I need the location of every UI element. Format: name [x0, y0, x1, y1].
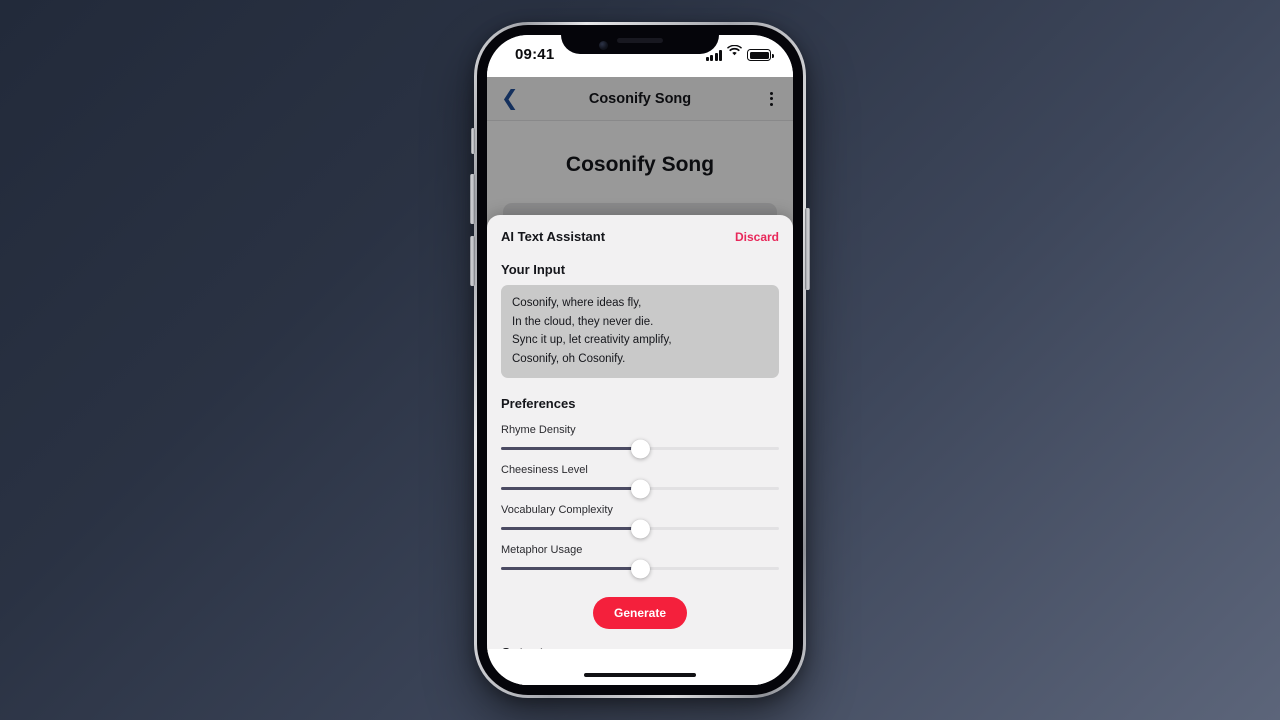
phone-device-frame: 09:41 ❮ Cosonify Song Cosonify Song AI T…	[470, 22, 810, 698]
device-notch	[561, 35, 719, 54]
preferences-list: Rhyme Density Cheesiness Level Vocabular…	[501, 423, 779, 578]
power-button[interactable]	[805, 208, 810, 290]
preferences-label: Preferences	[501, 395, 576, 411]
sheet-bottom-pad	[487, 649, 793, 685]
ai-text-assistant-sheet: AI Text Assistant Discard Your Input Cos…	[487, 215, 793, 685]
slider-label-rhyme-density: Rhyme Density	[501, 423, 576, 436]
slider-row: Metaphor Usage	[501, 543, 779, 578]
generate-button[interactable]: Generate	[592, 596, 688, 629]
input-line: Sync it up, let creativity amplify,	[512, 334, 672, 347]
volume-down-button[interactable]	[470, 236, 475, 286]
input-line: Cosonify, where ideas fly,	[512, 297, 642, 309]
sheet-title: AI Text Assistant	[501, 229, 606, 244]
status-bar-indicators	[705, 44, 774, 61]
slider-row: Cheesiness Level	[501, 463, 779, 498]
slider-thumb[interactable]	[630, 559, 650, 578]
slider-fill	[501, 526, 640, 530]
your-input-textarea[interactable]: Cosonify, where ideas fly, In the cloud,…	[501, 285, 779, 378]
slider-row: Rhyme Density	[501, 423, 779, 458]
discard-button[interactable]: Discard	[735, 230, 779, 244]
slider-label-metaphor-usage: Metaphor Usage	[501, 543, 583, 556]
slider-cheesiness-level[interactable]	[501, 479, 779, 498]
slider-fill	[501, 446, 640, 450]
slider-fill	[501, 486, 640, 490]
slider-rhyme-density[interactable]	[501, 439, 779, 458]
phone-screen: 09:41 ❮ Cosonify Song Cosonify Song AI T…	[487, 35, 793, 685]
slider-label-cheesiness-level: Cheesiness Level	[501, 463, 588, 476]
input-line: In the cloud, they never die.	[512, 315, 654, 328]
volume-up-button[interactable]	[470, 174, 475, 224]
input-line: Cosonify, oh Cosonify.	[512, 352, 626, 365]
slider-thumb[interactable]	[630, 479, 650, 498]
slider-row: Vocabulary Complexity	[501, 503, 779, 538]
slider-thumb[interactable]	[630, 519, 650, 538]
sheet-header: AI Text Assistant Discard	[501, 229, 779, 244]
slider-fill	[501, 566, 640, 570]
slider-vocabulary-complexity[interactable]	[501, 519, 779, 538]
generate-button-container: Generate	[501, 596, 779, 629]
home-indicator[interactable]	[584, 673, 696, 677]
status-bar-time: 09:41	[515, 46, 555, 63]
slider-label-vocabulary-complexity: Vocabulary Complexity	[501, 503, 613, 516]
front-camera-icon	[599, 41, 608, 50]
your-input-label: Your Input	[501, 262, 566, 277]
wifi-icon	[727, 43, 742, 61]
silent-switch-button[interactable]	[471, 128, 475, 154]
slider-thumb[interactable]	[630, 439, 650, 458]
battery-icon	[747, 49, 774, 61]
slider-metaphor-usage[interactable]	[501, 559, 779, 578]
earpiece-speaker	[617, 38, 663, 43]
status-bar: 09:41	[487, 35, 793, 77]
